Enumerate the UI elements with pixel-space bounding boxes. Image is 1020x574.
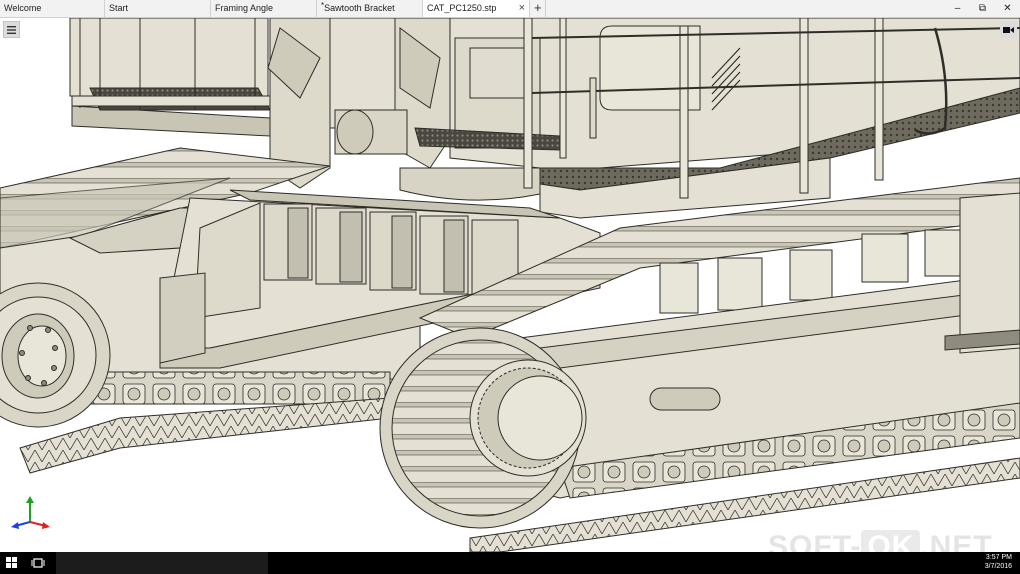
tab-start[interactable]: Start [105, 0, 211, 17]
hamburger-menu-button[interactable] [3, 21, 20, 38]
add-tab-button[interactable]: + [530, 0, 546, 17]
tab-label: Framing Angle [215, 3, 274, 13]
tab-label: Welcome [4, 3, 42, 13]
clock-date: 3/7/2016 [984, 563, 1012, 570]
x-axis-arrow [42, 522, 50, 529]
tab-label: Sawtooth Bracket [324, 3, 395, 13]
tab-sawtooth-bracket[interactable]: *Sawtooth Bracket [317, 0, 423, 17]
camera-icon [1003, 26, 1014, 33]
taskbar-app-button[interactable] [56, 552, 268, 574]
system-clock[interactable]: 3:57 PM 3/7/2016 [985, 553, 1012, 571]
tab-label: CAT_PC1250.stp [427, 3, 497, 13]
cad-model-view [0, 18, 1020, 552]
tab-bar: Welcome Start Framing Angle *Sawtooth Br… [0, 0, 1020, 18]
camera-view-button[interactable] [1000, 21, 1017, 38]
clock-time: 3:57 PM [985, 554, 1012, 561]
close-tab-icon[interactable]: × [519, 0, 525, 17]
hamburger-icon [7, 25, 16, 34]
y-axis-arrow [11, 522, 19, 529]
tab-label: Start [109, 3, 129, 13]
restore-button[interactable]: ⧉ [970, 0, 995, 17]
task-view-icon[interactable] [30, 556, 46, 570]
taskbar: 3:57 PM 3/7/2016 [0, 552, 1020, 574]
minimize-button[interactable]: – [945, 0, 970, 17]
close-window-button[interactable]: ✕ [995, 0, 1020, 17]
tab-welcome[interactable]: Welcome [0, 0, 105, 17]
tab-cat-pc1250[interactable]: CAT_PC1250.stp × [423, 0, 530, 17]
z-axis-arrow [26, 496, 34, 503]
window-controls: – ⧉ ✕ [945, 0, 1020, 17]
windows-start-icon[interactable] [4, 556, 20, 570]
model-viewport[interactable] [0, 18, 1020, 552]
tab-framing-angle[interactable]: Framing Angle [211, 0, 317, 17]
axis-triad-icon [11, 496, 50, 529]
